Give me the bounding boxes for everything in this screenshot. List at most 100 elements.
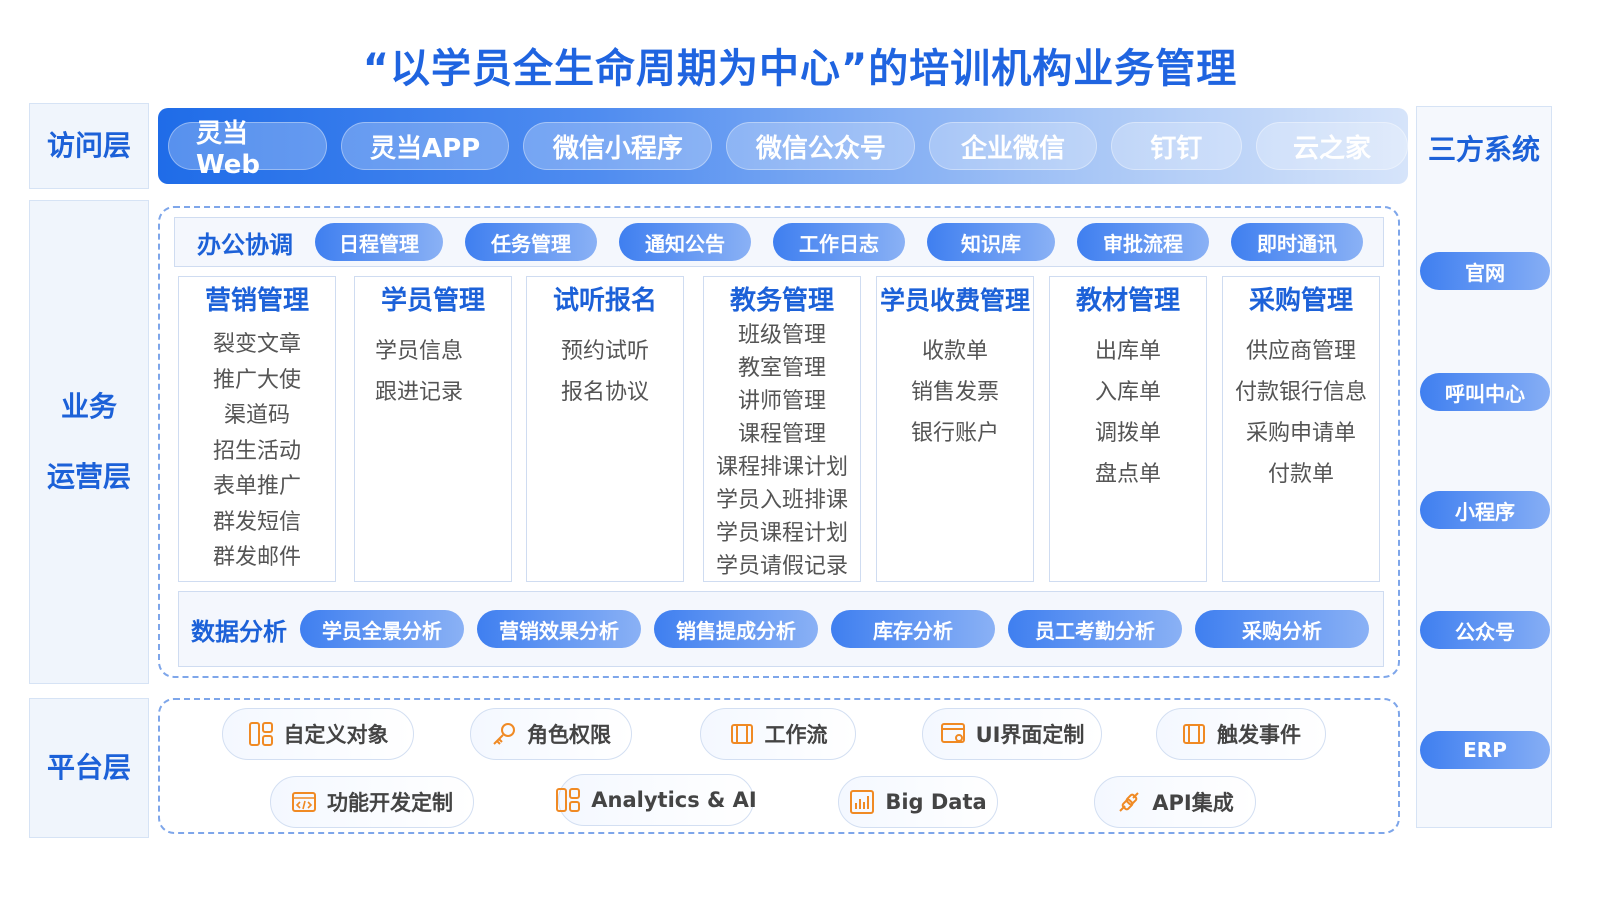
module-procurement: 采购管理 供应商管理 付款银行信息 采购申请单 付款单 xyxy=(1222,276,1380,582)
layer-label-business: 业务 运营层 xyxy=(29,200,149,684)
business-layer-label-line1: 业务 xyxy=(60,390,117,423)
platform-item-ui-custom[interactable]: UI界面定制 xyxy=(922,708,1102,760)
code-icon xyxy=(292,792,316,812)
module-item[interactable]: 裂变文章 xyxy=(179,327,335,363)
platform-layer-label: 平台层 xyxy=(46,751,131,784)
third-party-item[interactable]: 官网 xyxy=(1420,252,1550,290)
module-item[interactable]: 班级管理 xyxy=(704,319,860,352)
access-item-wecom[interactable]: 企业微信 xyxy=(929,122,1097,170)
office-item[interactable]: 知识库 xyxy=(927,223,1055,261)
third-party-panel xyxy=(1416,106,1552,828)
module-title: 学员管理 xyxy=(380,286,485,316)
custom-object-icon xyxy=(248,722,273,746)
module-item[interactable]: 学员信息 xyxy=(375,331,511,372)
analysis-item[interactable]: 销售提成分析 xyxy=(654,610,818,648)
module-item[interactable]: 入库单 xyxy=(1050,372,1206,413)
business-layer-label-line2: 运营层 xyxy=(46,460,131,493)
plug-icon xyxy=(1119,792,1139,812)
platform-item-label: 触发事件 xyxy=(1217,723,1301,747)
platform-item-label: UI界面定制 xyxy=(975,723,1085,747)
third-party-item[interactable]: 呼叫中心 xyxy=(1420,373,1550,411)
module-title: 采购管理 xyxy=(1248,286,1353,316)
module-item[interactable]: 预约试听 xyxy=(527,331,683,372)
access-item-miniprogram[interactable]: 微信小程序 xyxy=(523,122,713,170)
analysis-item[interactable]: 员工考勤分析 xyxy=(1008,610,1182,648)
access-item-official-account[interactable]: 微信公众号 xyxy=(726,122,916,170)
office-title: 办公协调 xyxy=(197,230,293,259)
office-item[interactable]: 日程管理 xyxy=(315,223,443,261)
platform-item-label: 自定义对象 xyxy=(283,723,389,747)
office-strip: 办公协调 日程管理 任务管理 通知公告 工作日志 知识库 审批流程 即时通讯 xyxy=(174,217,1384,267)
module-fees: 学员收费管理 收款单 销售发票 银行账户 xyxy=(876,276,1034,582)
module-item[interactable]: 讲师管理 xyxy=(704,385,860,418)
module-item[interactable]: 课程排课计划 xyxy=(704,451,860,484)
third-party-item[interactable]: ERP xyxy=(1420,731,1550,769)
key-icon xyxy=(493,723,515,745)
module-item[interactable]: 收款单 xyxy=(877,331,1033,372)
access-item-yunzhijia[interactable]: 云之家 xyxy=(1255,122,1408,170)
platform-item-analytics-ai[interactable]: Analytics & AI xyxy=(556,774,757,826)
platform-item-api[interactable]: API集成 xyxy=(1094,776,1256,828)
bigdata-icon xyxy=(850,790,875,814)
module-item[interactable]: 采购申请单 xyxy=(1223,413,1379,454)
analytics-icon xyxy=(556,788,581,812)
module-item[interactable]: 银行账户 xyxy=(877,413,1033,454)
third-party-item[interactable]: 小程序 xyxy=(1420,491,1550,529)
access-layer-label: 访问层 xyxy=(46,129,131,162)
module-item[interactable]: 学员课程计划 xyxy=(704,517,860,550)
module-item[interactable]: 群发短信 xyxy=(179,505,335,541)
platform-item-custom-object[interactable]: 自定义对象 xyxy=(222,708,414,760)
third-party-title: 三方系统 xyxy=(1427,133,1540,166)
module-item[interactable]: 表单推广 xyxy=(179,469,335,505)
access-layer-bar: 灵当Web 灵当APP 微信小程序 微信公众号 企业微信 钉钉 云之家 xyxy=(158,108,1408,184)
module-materials: 教材管理 出库单 入库单 调拨单 盘点单 xyxy=(1049,276,1207,582)
platform-item-label: 角色权限 xyxy=(527,723,611,747)
module-item[interactable]: 销售发票 xyxy=(877,372,1033,413)
module-trial-enroll: 试听报名 预约试听 报名协议 xyxy=(526,276,684,582)
module-item[interactable]: 报名协议 xyxy=(527,372,683,413)
analysis-item[interactable]: 营销效果分析 xyxy=(477,610,641,648)
module-item[interactable]: 课程管理 xyxy=(704,418,860,451)
platform-item-trigger[interactable]: 触发事件 xyxy=(1156,708,1326,760)
platform-item-label: Big Data xyxy=(885,790,987,814)
office-item[interactable]: 通知公告 xyxy=(619,223,751,261)
office-item[interactable]: 审批流程 xyxy=(1077,223,1209,261)
module-item[interactable]: 招生活动 xyxy=(179,434,335,470)
module-item[interactable]: 付款银行信息 xyxy=(1223,372,1379,413)
module-item[interactable]: 调拨单 xyxy=(1050,413,1206,454)
layer-label-access: 访问层 xyxy=(29,103,149,189)
module-item[interactable]: 出库单 xyxy=(1050,331,1206,372)
module-item[interactable]: 群发邮件 xyxy=(179,540,335,576)
module-item[interactable]: 付款单 xyxy=(1223,454,1379,495)
module-item[interactable]: 学员入班排课 xyxy=(704,484,860,517)
module-title: 营销管理 xyxy=(204,286,309,316)
analysis-item[interactable]: 库存分析 xyxy=(831,610,995,648)
office-item[interactable]: 任务管理 xyxy=(465,223,597,261)
module-item[interactable]: 学员请假记录 xyxy=(704,550,860,583)
analysis-item[interactable]: 采购分析 xyxy=(1195,610,1369,648)
module-item[interactable]: 推广大使 xyxy=(179,363,335,399)
module-student: 学员管理 学员信息 跟进记录 xyxy=(354,276,512,582)
office-item[interactable]: 工作日志 xyxy=(773,223,905,261)
platform-item-label: Analytics & AI xyxy=(591,788,757,812)
platform-item-dev-custom[interactable]: 功能开发定制 xyxy=(270,776,474,828)
analysis-title: 数据分析 xyxy=(191,617,287,646)
analysis-item[interactable]: 学员全景分析 xyxy=(300,610,464,648)
module-item[interactable]: 跟进记录 xyxy=(375,372,511,413)
third-party-item[interactable]: 公众号 xyxy=(1420,611,1550,649)
platform-item-big-data[interactable]: Big Data xyxy=(838,776,998,828)
access-item-web[interactable]: 灵当Web xyxy=(168,119,327,180)
module-item[interactable]: 盘点单 xyxy=(1050,454,1206,495)
platform-item-label: 工作流 xyxy=(764,723,828,747)
office-item[interactable]: 即时通讯 xyxy=(1231,223,1363,261)
platform-item-workflow[interactable]: 工作流 xyxy=(700,708,856,760)
access-item-app[interactable]: 灵当APP xyxy=(340,122,510,170)
module-academic: 教务管理 班级管理 教室管理 讲师管理 课程管理 课程排课计划 学员入班排课 学… xyxy=(703,276,861,582)
platform-item-roles[interactable]: 角色权限 xyxy=(470,708,632,760)
layer-label-platform: 平台层 xyxy=(29,698,149,838)
access-item-dingtalk[interactable]: 钉钉 xyxy=(1110,122,1242,170)
trigger-icon xyxy=(1183,724,1205,744)
module-item[interactable]: 供应商管理 xyxy=(1223,331,1379,372)
module-item[interactable]: 教室管理 xyxy=(704,352,860,385)
module-item[interactable]: 渠道码 xyxy=(179,398,335,434)
